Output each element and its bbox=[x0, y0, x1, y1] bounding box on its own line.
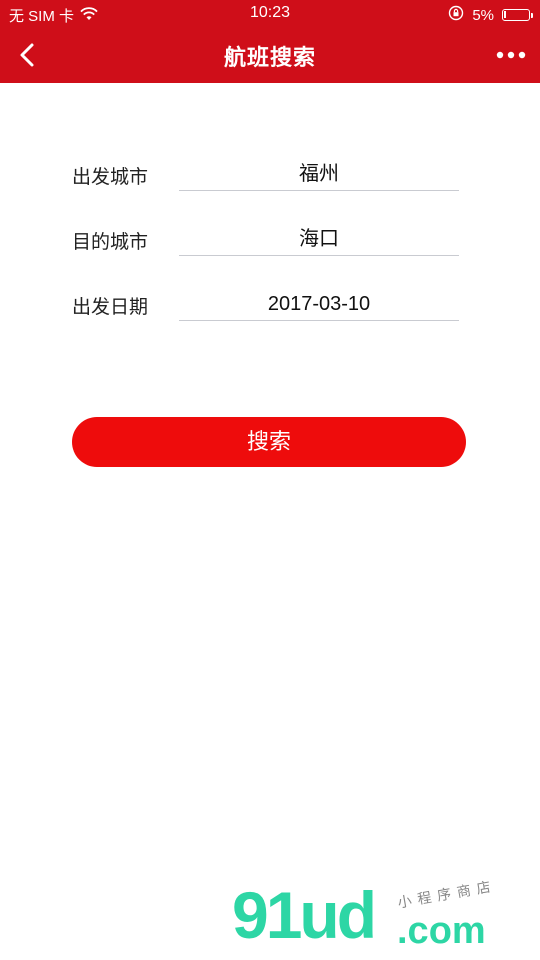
departure-date-field[interactable]: 2017-03-10 bbox=[179, 280, 459, 321]
battery-icon bbox=[502, 9, 533, 21]
departure-date-label: 出发日期 bbox=[72, 297, 149, 318]
destination-city-row: 目的城市 海口 bbox=[72, 215, 460, 257]
page-title: 航班搜索 bbox=[223, 45, 316, 70]
status-bar: 无 SIM 卡 10:23 5% bbox=[0, 0, 540, 30]
destination-city-label: 目的城市 bbox=[72, 232, 149, 253]
departure-city-label: 出发城市 bbox=[72, 167, 149, 188]
more-dots-icon bbox=[496, 51, 526, 59]
top-bar: 无 SIM 卡 10:23 5% 航班搜索 bbox=[0, 0, 540, 83]
search-button[interactable]: 搜索 bbox=[72, 417, 466, 467]
watermark-domain: .com bbox=[397, 910, 486, 952]
battery-percent: 5% bbox=[472, 6, 494, 24]
destination-city-field[interactable]: 海口 bbox=[179, 215, 459, 256]
watermark-logo: 91ud 小程序商店 .com bbox=[232, 877, 532, 952]
status-right-group: 5% bbox=[448, 5, 533, 25]
battery-fill bbox=[504, 11, 506, 18]
departure-city-field[interactable]: 福州 bbox=[179, 150, 459, 191]
nav-bar: 航班搜索 bbox=[0, 30, 540, 83]
departure-city-row: 出发城市 福州 bbox=[72, 150, 460, 192]
departure-date-row: 出发日期 2017-03-10 bbox=[72, 280, 460, 322]
watermark-tagline: 小程序商店 bbox=[396, 877, 498, 911]
more-button[interactable] bbox=[494, 44, 528, 66]
rotation-lock-icon bbox=[448, 5, 464, 25]
watermark-main: 91ud bbox=[232, 878, 377, 952]
